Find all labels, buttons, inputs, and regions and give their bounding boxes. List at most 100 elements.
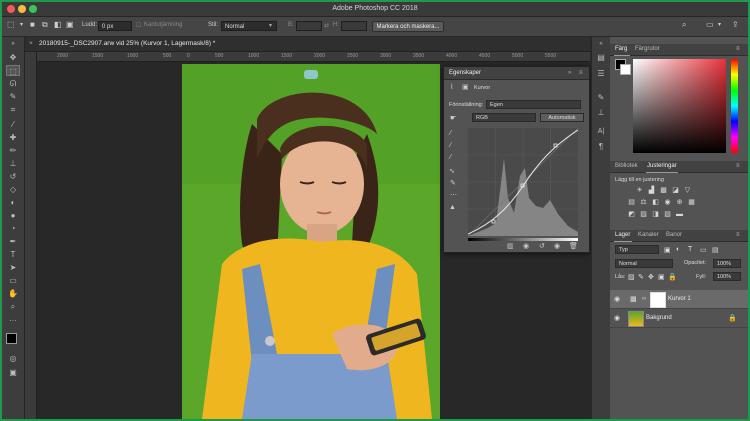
selective-color-icon[interactable]: ▧ [663,211,672,219]
filter-pixel-icon[interactable]: ▣ [664,246,671,254]
tab-paths[interactable]: Banor [666,232,682,238]
tab-color[interactable]: Färg [615,46,627,52]
screen-mode-icon[interactable]: ▣ [6,367,20,378]
panel-menu-icon[interactable]: ≡ [579,70,583,76]
fill-input[interactable]: 100% [713,272,741,281]
feather-input[interactable]: 0 px [98,21,132,31]
white-point-eyedropper-icon[interactable]: ⁄ [450,154,451,161]
panel-menu-icon[interactable]: ≡ [736,46,740,52]
workspace-icon[interactable]: ▭ [706,20,714,29]
invert-icon[interactable]: ◩ [627,211,636,219]
more-tools-icon[interactable]: ··· [6,315,20,326]
character-panel-icon[interactable]: A| [594,126,608,137]
vibrance-icon[interactable]: ▽ [683,187,692,195]
history-brush-icon[interactable]: ↺ [6,171,20,182]
gray-point-eyedropper-icon[interactable]: ⁄ [450,142,451,149]
layer-row-background[interactable]: ◉ Bakgrund 🔒 [610,309,748,328]
channel-mixer-icon[interactable]: ⊕ [675,199,684,207]
properties-tab[interactable]: Egenskaper [449,70,481,76]
antialias-checkbox[interactable]: ☐ [136,22,141,29]
dodge-tool-icon[interactable]: ◔ [6,223,20,234]
brush-tool-icon[interactable]: ✏ [6,145,20,156]
lock-artboard-icon[interactable]: ▣ [658,273,665,281]
gradient-map-icon[interactable]: ▬ [675,211,684,219]
lasso-tool-icon[interactable]: ᘏ [6,78,20,89]
lock-all-icon[interactable]: 🔒 [668,273,677,281]
intersect-selection-icon[interactable]: ▣ [66,20,74,29]
black-white-icon[interactable]: ◧ [651,199,660,207]
filter-adjustment-icon[interactable]: ◐ [676,246,680,253]
tab-swatches[interactable]: Färgrutor [635,46,660,52]
select-mask-button[interactable]: Markera och maskera... [372,21,444,32]
preset-select[interactable]: Egen [486,100,581,109]
pen-tool-icon[interactable]: ✒ [6,236,20,247]
target-adjust-icon[interactable]: ☛ [450,114,456,122]
filter-smart-icon[interactable]: ▤ [712,246,719,254]
clone-source-icon[interactable]: ⊥ [594,107,608,118]
photo-filter-icon[interactable]: ◉ [663,199,672,207]
search-icon[interactable]: ⌕ [682,20,686,30]
view-previous-icon[interactable]: ◉ [523,242,529,250]
quick-mask-icon[interactable]: ◎ [6,353,20,364]
curve-point-icon[interactable]: ∿ [449,167,455,175]
color-balance-icon[interactable]: ⚖ [639,199,648,207]
curves-graph[interactable] [468,128,578,236]
panel-menu-icon[interactable]: ≡ [736,163,740,169]
channel-select[interactable]: RGB [472,113,536,122]
exposure-icon[interactable]: ◪ [671,187,680,195]
panel-collapse-icon[interactable]: » [568,70,571,76]
gradient-tool-icon[interactable]: ◐ [6,197,20,208]
properties-panel-icon[interactable]: ☰ [594,68,608,79]
brightness-contrast-icon[interactable]: ☀ [635,187,644,195]
history-panel-icon[interactable]: ▤ [594,52,608,63]
tab-adjustments[interactable]: Justeringar [647,163,677,169]
document-tab[interactable]: × 20180915-_DSC2907.arw vid 25% (Kurvor … [25,37,590,52]
filter-type-icon[interactable]: T [688,246,692,253]
move-tool-icon[interactable]: ✥ [6,52,20,63]
auto-button[interactable]: Automatisk [540,113,584,122]
color-field[interactable] [633,59,726,153]
crop-tool-icon[interactable]: ⌗ [6,104,20,115]
curves-adj-icon[interactable]: ▩ [659,187,668,195]
lock-position-icon[interactable]: ✥ [648,273,654,281]
brushes-panel-icon[interactable]: ✎ [594,92,608,103]
marquee-tool-icon[interactable]: ⬚ [7,20,15,29]
lock-paint-icon[interactable]: ✎ [638,273,644,281]
add-selection-icon[interactable]: ⧉ [42,20,48,30]
blur-tool-icon[interactable]: ● [6,210,20,221]
hand-tool-icon[interactable]: ✋ [6,288,20,299]
black-point-eyedropper-icon[interactable]: ⁄ [450,130,451,137]
trash-icon[interactable]: 🗑 [569,242,578,250]
levels-icon[interactable]: ▟ [647,187,656,195]
visibility-eye-icon[interactable]: ◉ [614,314,620,322]
lock-pixels-icon[interactable]: ▨ [628,273,635,281]
pencil-icon[interactable]: ✎ [450,179,456,187]
quick-select-tool-icon[interactable]: ✎ [6,91,20,102]
tab-channels[interactable]: Kanaler [638,232,659,238]
zoom-tool-icon[interactable]: ⌕ [6,301,20,312]
hue-saturation-icon[interactable]: ▤ [627,199,636,207]
workspace-chevron-icon[interactable]: ▾ [718,21,721,28]
paragraph-panel-icon[interactable]: ¶ [594,141,608,152]
path-select-tool-icon[interactable]: ➤ [6,262,20,273]
color-lookup-icon[interactable]: ▦ [687,199,696,207]
tab-layers[interactable]: Lager [615,232,630,238]
layer-row-curves[interactable]: ◉ ▩ ∞ Kurvor 1 [610,290,748,309]
hue-slider[interactable] [731,59,738,153]
blend-mode-select[interactable]: Normal [615,259,673,268]
reset-icon[interactable]: ↺ [539,242,545,250]
width-input[interactable] [296,21,322,31]
share-icon[interactable]: ⇪ [732,20,739,29]
close-document-icon[interactable]: × [29,40,33,47]
smooth-icon[interactable]: ⋯ [450,191,457,199]
stamp-tool-icon[interactable]: ⊥ [6,158,20,169]
threshold-icon[interactable]: ◨ [651,211,660,219]
eraser-tool-icon[interactable]: ◇ [6,184,20,195]
background-swatch[interactable] [620,64,631,75]
visibility-icon[interactable]: ◉ [554,242,560,250]
chain-link-icon[interactable]: ∞ [642,296,646,302]
layer-filter-select[interactable]: Typ [615,245,659,254]
document-image[interactable] [182,64,440,419]
eyedropper-tool-icon[interactable]: ⁄ [6,119,20,130]
vertical-ruler[interactable] [25,52,37,419]
